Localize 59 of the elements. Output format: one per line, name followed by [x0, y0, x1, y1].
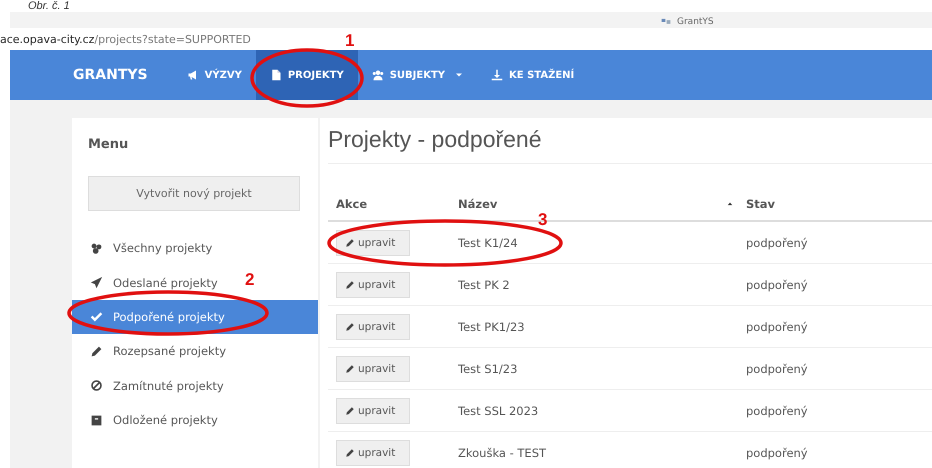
- table-cell: podpořený: [746, 404, 808, 418]
- table-cell: Test S1/23: [458, 362, 518, 376]
- pencil-icon: [345, 406, 355, 416]
- ban-icon: [90, 379, 103, 392]
- table-cell: Zkouška - TEST: [458, 446, 546, 460]
- sidebar-title: Menu: [87, 136, 128, 154]
- users-icon: [372, 69, 384, 81]
- pencil-icon: [345, 238, 355, 248]
- pencil-icon: [345, 364, 355, 374]
- figure-caption: Obr. č. 1: [28, 0, 70, 12]
- sidebar-item[interactable]: Podpořené projekty: [72, 300, 318, 334]
- table-cell: podpořený: [746, 278, 808, 292]
- download-icon: [491, 69, 504, 81]
- edit-button[interactable]: upravit: [336, 440, 410, 466]
- nav-tab[interactable]: KE STAŽENÍ: [477, 50, 588, 100]
- sidebar-item[interactable]: Odložené projekty: [72, 402, 218, 438]
- pencil-icon: [345, 448, 355, 458]
- brand-logo[interactable]: GRANTYS: [73, 50, 148, 100]
- table-cell: podpořený: [746, 236, 808, 250]
- pencil-icon: [90, 344, 103, 358]
- tab-favicon-icon: [660, 17, 672, 27]
- nav-tab[interactable]: SUBJEKTY: [358, 50, 478, 100]
- edit-button[interactable]: upravit: [336, 272, 410, 298]
- column-header[interactable]: Stav: [746, 197, 776, 211]
- table-cell: Test K1/24: [458, 236, 518, 250]
- create-project-button[interactable]: Vytvořit nový projekt: [88, 176, 300, 211]
- sidebar-item[interactable]: Všechny projekty: [72, 231, 212, 266]
- annotation-number: 3: [538, 210, 548, 230]
- table-cell: podpořený: [746, 362, 808, 376]
- edit-button[interactable]: upravit: [336, 230, 410, 256]
- address-text[interactable]: ace.opava-city.cz/projects?state=SUPPORTED: [0, 32, 251, 46]
- browser-tab[interactable]: GrantYS: [660, 16, 714, 28]
- annotation-number: 1: [345, 31, 354, 51]
- pencil-icon: [345, 322, 355, 332]
- table-cell: Test PK1/23: [458, 320, 525, 334]
- archive-icon: [90, 414, 103, 427]
- check-icon: [90, 310, 103, 324]
- sidebar-item[interactable]: Rozepsané projekty: [72, 334, 226, 369]
- column-header[interactable]: Akce: [336, 197, 368, 211]
- table-cell: podpořený: [746, 320, 808, 334]
- document-icon: [270, 69, 282, 81]
- paper-plane-icon: [90, 276, 103, 290]
- nav-tab[interactable]: PROJEKTY: [256, 50, 358, 100]
- sort-caret-icon: [726, 201, 734, 207]
- groups-icon: [90, 242, 103, 255]
- page-heading: Projekty - podpořené: [328, 126, 932, 164]
- edit-button[interactable]: upravit: [336, 356, 410, 382]
- nav-tab[interactable]: VÝZVY: [172, 50, 256, 100]
- annotation-number: 2: [245, 270, 254, 290]
- pencil-icon: [345, 280, 355, 290]
- megaphone-icon: [186, 69, 199, 81]
- edit-button[interactable]: upravit: [336, 398, 410, 424]
- edit-button[interactable]: upravit: [336, 314, 410, 340]
- table-cell: Test SSL 2023: [458, 404, 538, 418]
- column-header[interactable]: Název: [458, 197, 498, 211]
- table-cell: Test PK 2: [458, 278, 510, 292]
- table-cell: podpořený: [746, 446, 808, 460]
- sidebar-item[interactable]: Odeslané projekty: [72, 265, 218, 300]
- sidebar-item[interactable]: Zamítnuté projekty: [72, 368, 224, 403]
